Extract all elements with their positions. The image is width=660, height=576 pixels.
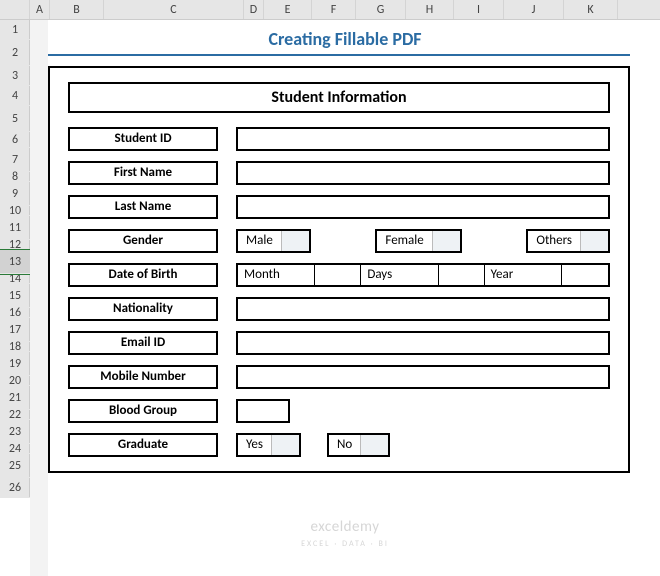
row-26[interactable]: 26: [0, 478, 30, 498]
watermark: exceldemy EXCEL · DATA · BI: [301, 520, 389, 552]
input-dob-days[interactable]: [439, 265, 485, 285]
input-dob-year[interactable]: [562, 265, 608, 285]
col-G[interactable]: G: [356, 0, 406, 19]
label-graduate: Graduate: [68, 433, 218, 457]
title-underline: [48, 54, 630, 56]
row-24[interactable]: 24: [0, 444, 30, 454]
row-25[interactable]: 25: [0, 454, 30, 478]
label-first-name: First Name: [68, 161, 218, 185]
col-I[interactable]: I: [454, 0, 504, 19]
row-4[interactable]: 4: [0, 86, 30, 106]
label-nationality: Nationality: [68, 297, 218, 321]
row-5[interactable]: 5: [0, 106, 30, 132]
dob-days-label: Days: [361, 265, 438, 285]
input-dob[interactable]: Month Days Year: [236, 263, 610, 287]
input-first-name[interactable]: [236, 161, 610, 185]
col-E[interactable]: E: [264, 0, 312, 19]
row-7[interactable]: 7: [0, 148, 30, 172]
checkbox-no[interactable]: [360, 435, 388, 455]
row-6[interactable]: 6: [0, 132, 30, 148]
row-3[interactable]: 3: [0, 66, 30, 86]
option-no[interactable]: No: [327, 433, 390, 457]
input-last-name[interactable]: [236, 195, 610, 219]
row-10[interactable]: 10: [0, 206, 30, 216]
checkbox-others[interactable]: [580, 231, 608, 251]
form-container: Student Information Student ID First Nam…: [48, 66, 630, 473]
row-13[interactable]: 13: [0, 250, 30, 274]
section-title: Student Information: [68, 82, 610, 113]
checkbox-yes[interactable]: [271, 435, 299, 455]
row-9[interactable]: 9: [0, 182, 30, 206]
row-20[interactable]: 20: [0, 376, 30, 386]
row-14[interactable]: 14: [0, 274, 30, 284]
dob-year-label: Year: [485, 265, 562, 285]
row-17[interactable]: 17: [0, 318, 30, 342]
label-student-id: Student ID: [68, 127, 218, 151]
worksheet-area[interactable]: Creating Fillable PDF Student Informatio…: [30, 20, 660, 576]
option-yes-label: Yes: [238, 435, 271, 455]
row-22[interactable]: 22: [0, 410, 30, 420]
label-last-name: Last Name: [68, 195, 218, 219]
option-no-label: No: [329, 435, 360, 455]
input-nationality[interactable]: [236, 297, 610, 321]
watermark-main: exceldemy: [311, 518, 380, 536]
row-1[interactable]: 1: [0, 20, 30, 40]
option-yes[interactable]: Yes: [236, 433, 301, 457]
input-student-id[interactable]: [236, 127, 610, 151]
row-2[interactable]: 2: [0, 40, 30, 66]
col-K[interactable]: K: [564, 0, 618, 19]
row-11[interactable]: 11: [0, 216, 30, 240]
col-J[interactable]: J: [504, 0, 564, 19]
row-21[interactable]: 21: [0, 386, 30, 410]
page-title: Creating Fillable PDF: [30, 20, 660, 54]
col-D[interactable]: D: [244, 0, 264, 19]
checkbox-male[interactable]: [281, 231, 309, 251]
label-gender: Gender: [68, 229, 218, 253]
col-A[interactable]: A: [30, 0, 50, 19]
option-female[interactable]: Female: [375, 229, 461, 253]
row-16[interactable]: 16: [0, 308, 30, 318]
label-email: Email ID: [68, 331, 218, 355]
option-female-label: Female: [377, 231, 431, 251]
col-H[interactable]: H: [406, 0, 454, 19]
row-19[interactable]: 19: [0, 352, 30, 376]
row-23[interactable]: 23: [0, 420, 30, 444]
option-others[interactable]: Others: [526, 229, 610, 253]
row-headers: 1234567891011121314151617181920212223242…: [0, 20, 30, 498]
col-F[interactable]: F: [312, 0, 356, 19]
row-18[interactable]: 18: [0, 342, 30, 352]
option-male-label: Male: [238, 231, 281, 251]
label-dob: Date of Birth: [68, 263, 218, 287]
row-12[interactable]: 12: [0, 240, 30, 250]
label-blood: Blood Group: [68, 399, 218, 423]
watermark-sub: EXCEL · DATA · BI: [301, 539, 389, 549]
input-blood[interactable]: [236, 399, 290, 423]
input-dob-month[interactable]: [315, 265, 361, 285]
input-mobile[interactable]: [236, 365, 610, 389]
row-8[interactable]: 8: [0, 172, 30, 182]
select-all-corner[interactable]: [0, 0, 30, 19]
checkbox-female[interactable]: [432, 231, 460, 251]
col-B[interactable]: B: [50, 0, 104, 19]
label-mobile: Mobile Number: [68, 365, 218, 389]
input-email[interactable]: [236, 331, 610, 355]
dob-month-label: Month: [238, 265, 315, 285]
option-male[interactable]: Male: [236, 229, 311, 253]
row-15[interactable]: 15: [0, 284, 30, 308]
option-others-label: Others: [528, 231, 580, 251]
col-C[interactable]: C: [104, 0, 244, 19]
column-headers: A B C D E F G H I J K: [0, 0, 660, 20]
